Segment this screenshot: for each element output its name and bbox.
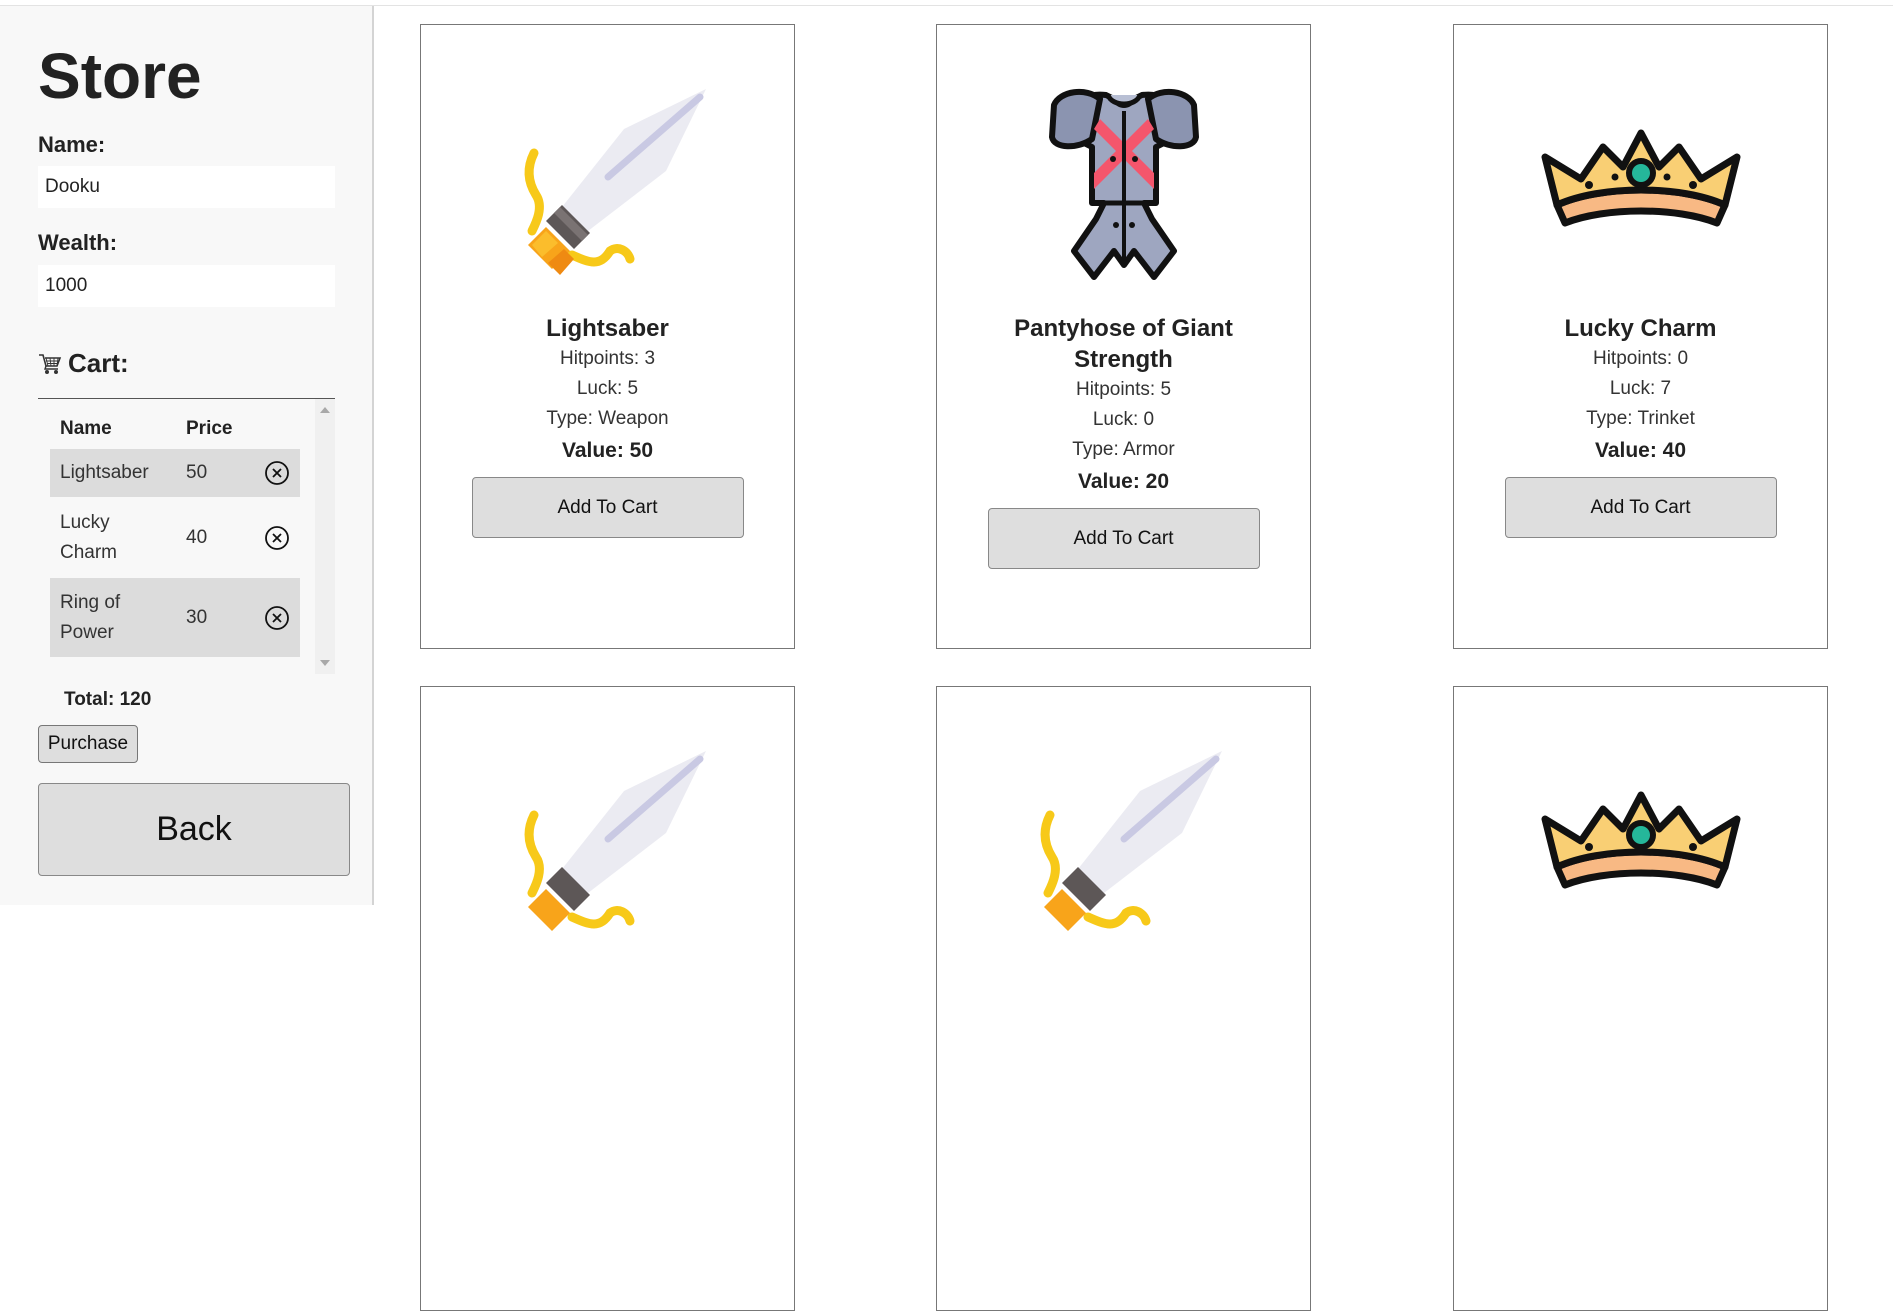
column-header-price: Price [186,418,233,439]
column-header-name: Name [60,418,112,439]
product-image [421,717,794,947]
cart-item-price: 40 [186,526,208,548]
product-card: Lightsaber Hitpoints: 3 Luck: 5 Type: We… [420,24,795,649]
remove-circle-x-icon [265,605,289,630]
product-type: Type: Weapon [546,408,669,429]
product-value: Value: 20 [1077,470,1170,493]
wealth-input[interactable] [38,265,335,307]
product-name: Lucky Charm [1564,315,1717,342]
product-value: Value: 40 [1594,439,1687,462]
add-to-cart-button[interactable]: Add To Cart [471,477,744,538]
product-image [937,717,1310,947]
remove-item-button[interactable] [254,460,300,486]
remove-circle-x-icon [265,461,289,485]
add-to-cart-button[interactable]: Add To Cart [987,508,1260,569]
sword-icon [524,751,706,931]
wealth-label: Wealth: [38,230,118,255]
cart-scroll-area[interactable]: Name Price Lightsaber 50 Lucky Charm 40 [38,399,315,674]
remove-circle-x-icon [265,525,289,550]
armor-icon [1048,88,1199,280]
scroll-up-arrow-icon[interactable] [320,407,330,413]
store-sidebar: Store Name: Wealth: Cart: Name Price Lig… [0,6,374,905]
cart-item-name: Ring of Power [60,591,121,643]
product-card: Lucky Charm Hitpoints: 0 Luck: 7 Type: T… [1453,24,1828,649]
product-card [936,686,1311,1311]
cart-item-name: Lightsaber [60,462,149,483]
product-luck: Luck: 7 [1609,378,1672,399]
remove-item-button[interactable] [254,525,300,551]
cart-item-price: 30 [186,606,208,628]
product-value: Value: 50 [561,439,654,462]
shopping-cart-icon [39,353,62,374]
cart-item-name: Lucky Charm [60,511,118,563]
product-hitpoints: Hitpoints: 0 [1592,348,1689,369]
cart-item-price: 50 [186,462,208,483]
cart-table: Name Price Lightsaber 50 Lucky Charm 40 [50,409,300,657]
product-hitpoints: Hitpoints: 3 [559,348,656,369]
sword-icon [524,89,706,275]
name-label: Name: [38,132,106,157]
product-image [421,55,794,285]
product-card: Pantyhose of Giant Strength Hitpoints: 5… [936,24,1311,649]
product-type: Type: Trinket [1586,408,1695,429]
product-hitpoints: Hitpoints: 5 [1075,379,1172,400]
product-name: Lightsaber [546,315,669,342]
product-image [1454,717,1827,947]
crown-icon [1541,791,1740,889]
product-image [937,55,1310,285]
cart-row: Lucky Charm 40 [50,497,300,578]
cart-total: Total: 120 [64,689,152,710]
product-card [1453,686,1828,1311]
page-title: Store [38,40,202,112]
add-to-cart-button[interactable]: Add To Cart [1504,477,1777,538]
remove-item-button[interactable] [254,605,300,631]
cart-table-header: Name Price [50,409,300,449]
cart-table-container: Name Price Lightsaber 50 Lucky Charm 40 [38,398,335,674]
cart-scrollbar[interactable] [315,399,335,674]
product-luck: Luck: 5 [576,378,639,399]
scroll-down-arrow-icon[interactable] [320,660,330,666]
purchase-button[interactable]: Purchase [38,725,138,763]
cart-row: Lightsaber 50 [50,449,300,497]
cart-label: Cart: [68,348,129,378]
product-card [420,686,795,1311]
cart-heading: Cart: [38,348,129,379]
product-luck: Luck: 0 [1092,409,1155,430]
back-button[interactable]: Back [38,783,350,876]
sword-icon [1040,751,1222,931]
cart-row: Ring of Power 30 [50,578,300,657]
product-name: Pantyhose of Giant Strength [1014,315,1233,373]
product-type: Type: Armor [1072,439,1175,460]
crown-icon [1541,129,1740,227]
product-image [1454,55,1827,285]
name-input[interactable] [38,166,335,208]
